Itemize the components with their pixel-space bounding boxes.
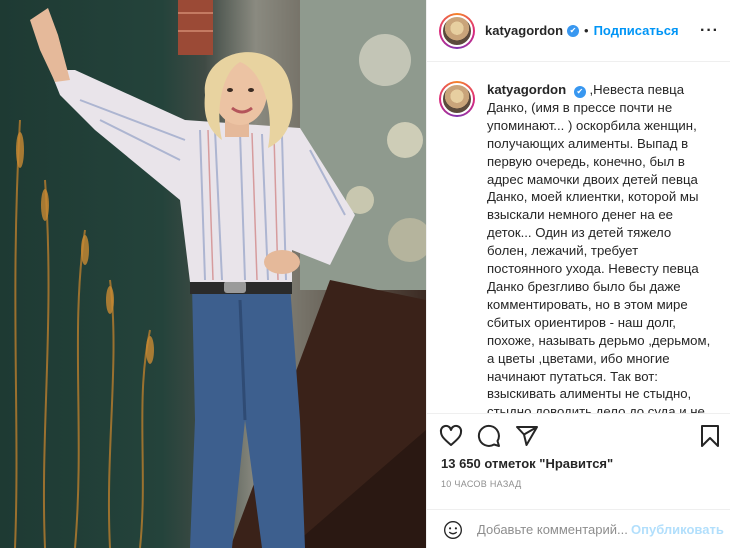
heart-icon[interactable]	[439, 424, 463, 448]
action-icons	[439, 424, 539, 448]
bookmark-icon[interactable]	[699, 424, 721, 448]
emoji-icon[interactable]	[443, 520, 463, 540]
caption-text: katyagordon ✔ ,Невеста певца Данко, (имя…	[487, 81, 711, 413]
username-link[interactable]: katyagordon	[485, 23, 563, 38]
comment-input[interactable]	[477, 522, 627, 537]
actions-panel: 13 650 отметок "Нравится" 10 ЧАСОВ НАЗАД…	[427, 413, 730, 548]
comment-bar: Опубликовать	[427, 509, 730, 548]
post-time[interactable]: 10 ЧАСОВ НАЗАД	[441, 479, 522, 489]
caption-username-link[interactable]: katyagordon	[487, 82, 566, 97]
caption-body: Невеста певца Данко, (имя в прессе почти…	[487, 82, 711, 413]
avatar-image	[441, 14, 473, 47]
post-header: katyagordon ✔ • Подписаться ···	[427, 0, 730, 62]
comments-area[interactable]: katyagordon ✔ ,Невеста певца Данко, (имя…	[427, 63, 730, 413]
comment-icon[interactable]	[477, 424, 501, 448]
caption-avatar-image	[441, 83, 473, 115]
caption: katyagordon ✔ ,Невеста певца Данко, (имя…	[439, 81, 711, 413]
instagram-post: katyagordon ✔ • Подписаться ··· katyagor…	[0, 0, 730, 548]
caption-avatar[interactable]	[439, 81, 475, 117]
verified-badge-icon: ✔	[567, 24, 580, 37]
avatar[interactable]	[439, 12, 475, 49]
post-photo-illustration	[14, 0, 426, 548]
publish-button[interactable]: Опубликовать	[631, 522, 724, 537]
more-options-button[interactable]: ···	[700, 22, 719, 40]
follow-button[interactable]: Подписаться	[594, 23, 679, 38]
caption-verified-badge-icon: ✔	[573, 85, 586, 98]
likes-count[interactable]: 13 650 отметок "Нравится"	[441, 456, 613, 471]
post-photo[interactable]	[0, 0, 426, 548]
post-sidebar: katyagordon ✔ • Подписаться ··· katyagor…	[426, 0, 730, 548]
share-icon[interactable]	[515, 424, 539, 448]
follow-separator: •	[584, 23, 589, 38]
